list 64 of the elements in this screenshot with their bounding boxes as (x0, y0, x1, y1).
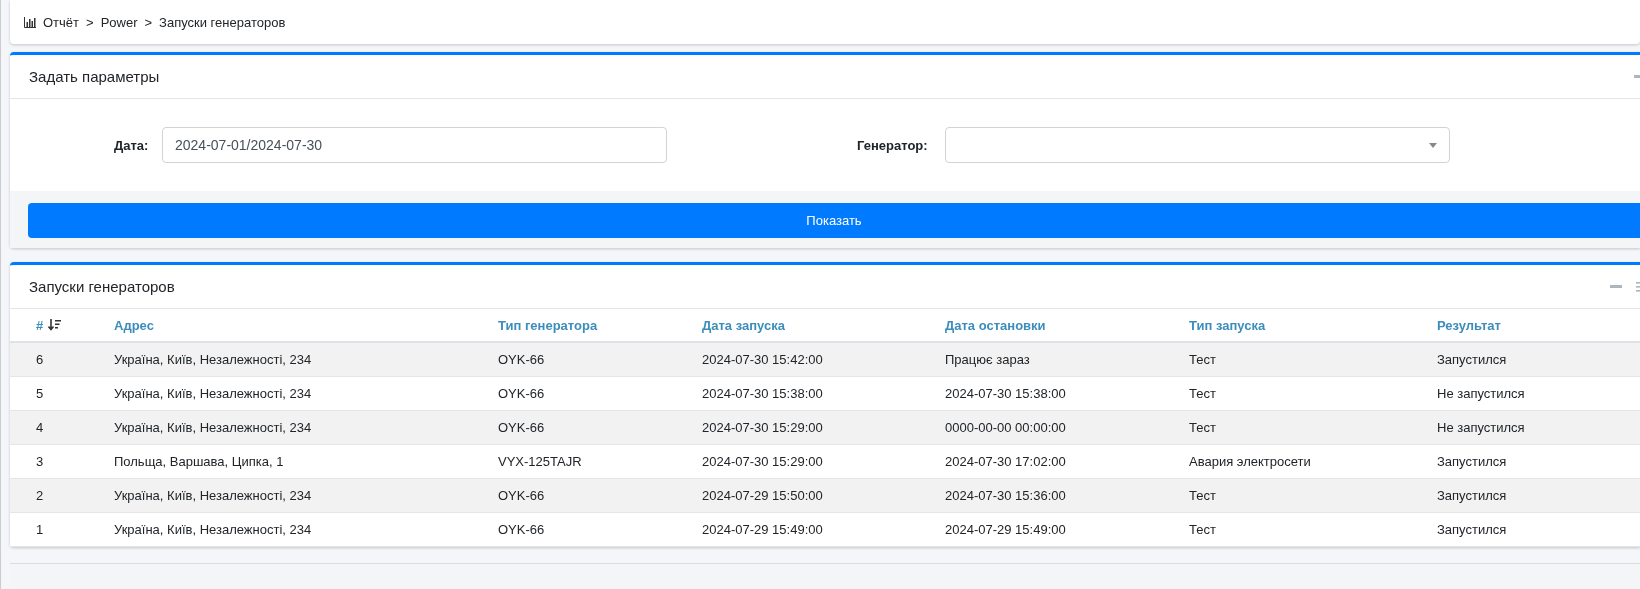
table-cell-text: Польща, Варшава, Ципка, 1 (113, 454, 285, 469)
table-cell-text: OYK-66 (497, 352, 546, 367)
table-cell-text: 3 (35, 454, 45, 469)
table-cell-text: 2024-07-30 17:02:00 (944, 454, 1067, 469)
table-cell-text: OYK-66 (497, 386, 546, 401)
column-header[interactable]: Тип генератора (472, 317, 676, 333)
table-cell-text: 2 (35, 488, 45, 503)
table-cell-text: 5 (35, 386, 45, 401)
panel-title: Запуски генераторов (29, 278, 175, 295)
table-cell-text: 2024-07-29 15:50:00 (701, 488, 824, 503)
breadcrumb-separator: > (144, 14, 153, 30)
field-label: Генератор: (857, 137, 929, 153)
table-cell-text: 2024-07-30 15:38:00 (701, 386, 824, 401)
table-cell-text: Тест (1188, 488, 1217, 503)
table-cell-text: Тест (1188, 386, 1217, 401)
table-cell-text: 2024-07-30 15:36:00 (944, 488, 1067, 503)
table-cell-text: Тест (1188, 420, 1217, 435)
table-cell-text: Не запустился (1436, 420, 1526, 435)
table-cell-text: Україна, Київ, Незалежності, 234 (113, 420, 313, 435)
table-cell-text: Тест (1188, 522, 1217, 537)
date-field[interactable]: 2024-07-01/2024-07-30 (162, 127, 667, 163)
table-cell-text: 2024-07-30 15:38:00 (944, 386, 1067, 401)
table-cell-text: Тест (1188, 352, 1217, 367)
breadcrumb-separator: > (86, 14, 94, 30)
table-cell-text: 2024-07-29 15:49:00 (701, 522, 824, 537)
bar-chart-icon (24, 16, 36, 28)
table-cell-text: Україна, Київ, Незалежності, 234 (113, 488, 313, 503)
minimize-icon[interactable] (1610, 285, 1622, 288)
table-cell-text: 2024-07-30 15:29:00 (701, 454, 824, 469)
breadcrumb-item[interactable]: Power (100, 14, 138, 30)
table-cell-text: Запустился (1436, 522, 1508, 537)
column-header[interactable]: Результат (1411, 317, 1640, 333)
table-cell-text: OYK-66 (497, 488, 546, 503)
show-button[interactable]: Показать (28, 203, 1640, 238)
breadcrumb-item: Запуски генераторов (159, 14, 286, 30)
generator-select[interactable] (945, 127, 1450, 163)
column-header[interactable]: Дата остановки (919, 317, 1163, 333)
column-header[interactable]: Адрес (88, 317, 472, 333)
table-cell-text: Не запустился (1436, 386, 1526, 401)
table-cell-text: 1 (35, 522, 45, 537)
table-cell-text: 0000-00-00 00:00:00 (944, 420, 1067, 435)
table-cell-text: Україна, Київ, Незалежності, 234 (113, 386, 313, 401)
table-cell-text: Запустился (1436, 454, 1508, 469)
table-cell-text: 2024-07-29 15:49:00 (944, 522, 1067, 537)
panel-title: Задать параметры (29, 68, 160, 85)
table-cell-text: Україна, Київ, Незалежності, 234 (113, 522, 313, 537)
field-label: Дата: (114, 137, 150, 153)
table-cell-text: 2024-07-30 15:42:00 (701, 352, 824, 367)
table-cell-text: VYX-125TAJR (497, 454, 583, 469)
column-header[interactable]: # (10, 317, 88, 333)
table-cell-text: OYK-66 (497, 522, 546, 537)
table-cell-text: Запустился (1436, 488, 1508, 503)
column-header[interactable]: Тип запуска (1163, 317, 1411, 333)
table-cell-text: Запустился (1436, 352, 1508, 367)
table-cell-text: 4 (35, 420, 45, 435)
table-cell-text: 2024-07-30 15:29:00 (701, 420, 824, 435)
table-cell-text: 6 (35, 352, 45, 367)
table-cell-text: Авария электросети (1188, 454, 1312, 469)
table-cell-text: Працює зараз (944, 352, 1031, 367)
breadcrumb-item[interactable]: Отчёт (43, 14, 80, 30)
table-cell-text: OYK-66 (497, 420, 546, 435)
table-cell-text: Україна, Київ, Незалежності, 234 (113, 352, 313, 367)
dropdown-icon (1429, 142, 1437, 148)
column-header[interactable]: Дата запуска (676, 317, 919, 333)
